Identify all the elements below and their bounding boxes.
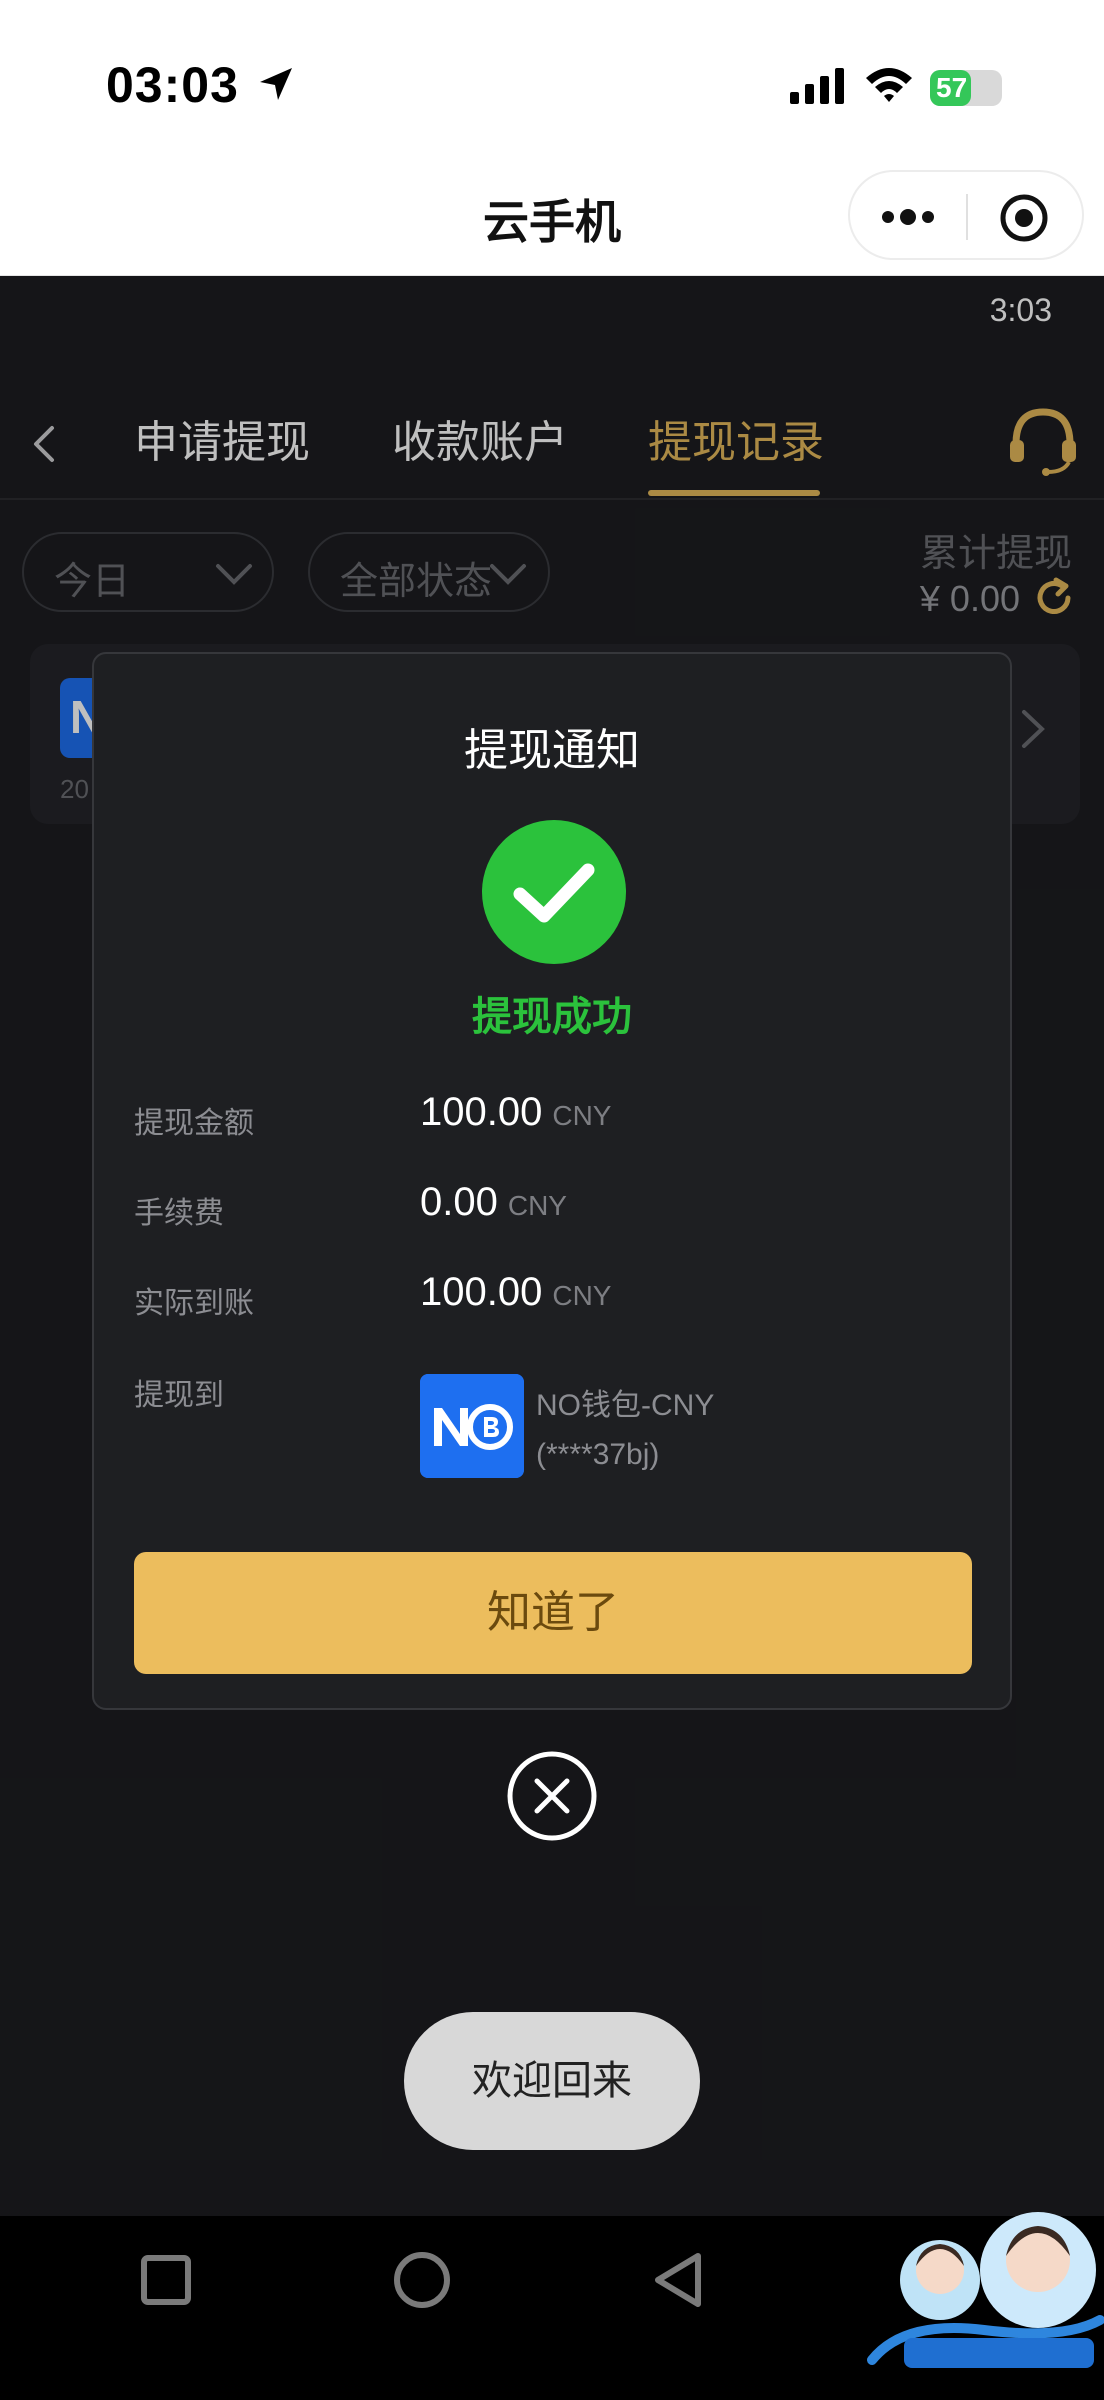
mini-program-header: 云手机	[0, 160, 1104, 276]
amount-label: 提现金额	[134, 1106, 254, 1141]
wallet-name: NO钱包-CNY	[536, 1389, 715, 1422]
mini-program-capsule	[848, 170, 1084, 260]
battery-percent: 57	[936, 72, 968, 103]
received-number: 100.00	[420, 1270, 543, 1314]
battery-indicator: 57	[930, 70, 1002, 106]
status-time: 03:03	[106, 57, 239, 113]
close-modal-icon[interactable]	[506, 1750, 598, 1842]
fee-unit: CNY	[507, 1190, 567, 1221]
received-unit: CNY	[552, 1280, 612, 1311]
no-wallet-logo	[420, 1374, 524, 1478]
modal-title: 提现通知	[464, 725, 640, 776]
capsule-divider	[966, 194, 968, 240]
home-circle-icon[interactable]	[392, 2250, 452, 2310]
amount-number: 100.00	[420, 1090, 543, 1134]
location-arrow-icon	[260, 68, 292, 100]
ios-status-bar: 03:03 57	[0, 0, 1104, 160]
withdraw-success-text: 提现成功	[472, 994, 632, 1040]
welcome-back-toast: 欢迎回来	[404, 2012, 700, 2150]
received-label: 实际到账	[134, 1286, 254, 1321]
wifi-icon	[866, 68, 912, 102]
more-dots-icon[interactable]	[878, 200, 938, 234]
cellular-signal-icon	[790, 68, 844, 104]
fee-label: 手续费	[134, 1196, 224, 1231]
fee-number: 0.00	[420, 1180, 498, 1224]
success-check-icon	[482, 820, 626, 964]
back-triangle-icon[interactable]	[650, 2250, 706, 2310]
amount-value: 100.00 CNY	[420, 1090, 611, 1135]
recent-apps-square-icon[interactable]	[140, 2254, 192, 2306]
got-it-button[interactable]: 知道了	[134, 1552, 972, 1674]
close-miniprogram-icon[interactable]	[998, 192, 1050, 244]
withdraw-notification-modal: 提现通知 提现成功 提现金额 100.00 CNY 手续费 0.00 CNY 实际到…	[92, 652, 1012, 1710]
system-navigation-bar	[0, 2212, 1104, 2400]
destination-label: 提现到	[134, 1378, 224, 1413]
received-value: 100.00 CNY	[420, 1270, 611, 1315]
wallet-account: (****37bj)	[536, 1438, 660, 1471]
ai-mascot-watermark-icon	[867, 2212, 1104, 2368]
amount-unit: CNY	[552, 1100, 612, 1131]
fee-value: 0.00 CNY	[420, 1180, 567, 1225]
